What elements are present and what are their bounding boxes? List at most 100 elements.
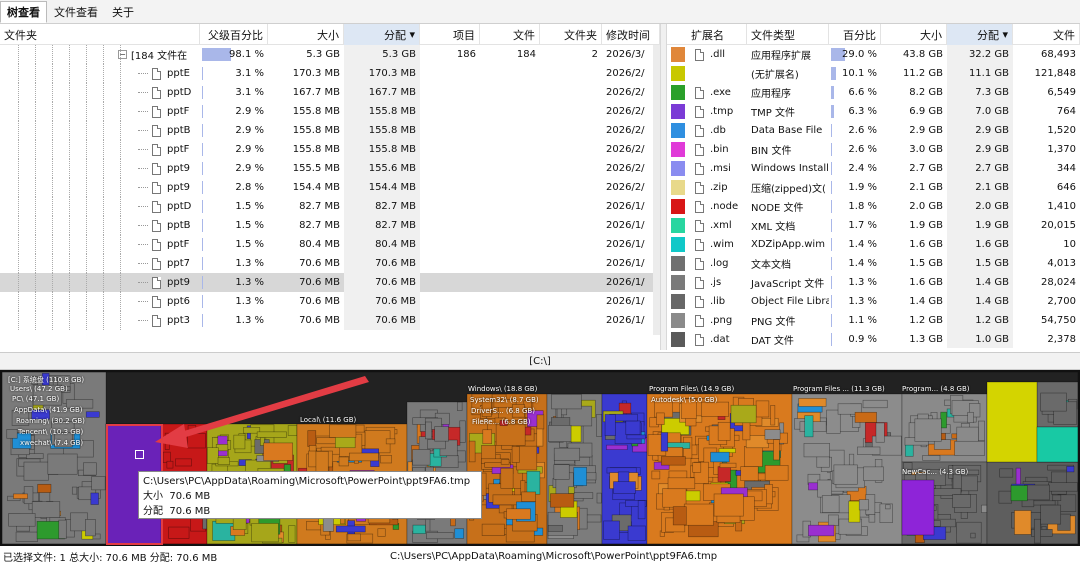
col-file-type[interactable]: 文件类型 [747,24,829,45]
treemap-file-block[interactable] [482,429,493,445]
extension-row[interactable]: .exe 应用程序 6.6 % 8.2 GB 7.3 GB 6,549 [667,83,1080,102]
treemap-file-block[interactable] [863,466,884,482]
treemap-file-block[interactable] [656,412,665,425]
treemap-file-block[interactable] [828,514,839,526]
extension-row[interactable]: (无扩展名) 10.1 % 11.2 GB 11.1 GB 121,848 [667,64,1080,83]
treemap-file-block[interactable] [672,506,687,526]
treemap-file-block[interactable] [500,467,514,489]
treemap-file-block[interactable] [206,447,219,464]
treemap-file-block[interactable] [764,429,781,440]
table-row[interactable]: pptB 2.9 % 155.8 MB 155.8 MB 2026/2/ [0,121,660,140]
treemap-file-block[interactable] [1040,392,1067,412]
treemap-file-block[interactable] [773,439,780,461]
treemap-file-block[interactable] [71,486,78,495]
treemap-file-block[interactable] [606,444,628,450]
treemap-file-block[interactable] [31,501,61,518]
treemap-file-block[interactable] [511,446,520,463]
treemap-file-block[interactable] [459,420,466,443]
treemap-file-block[interactable] [536,414,545,430]
pane-splitter[interactable] [660,24,667,350]
treemap-file-block[interactable] [740,466,759,481]
treemap-file-block[interactable] [385,438,396,445]
col-percent[interactable]: 百分比 [829,24,881,45]
treemap-file-block[interactable] [47,453,78,475]
treemap-file-block[interactable] [744,446,763,467]
treemap-file-block[interactable] [1010,485,1028,502]
extension-row[interactable]: .js JavaScript 文件 1.3 % 1.6 GB 1.4 GB 28,024 [667,273,1080,292]
treemap-file-block[interactable] [626,434,646,440]
treemap-file-block[interactable] [770,405,776,426]
treemap-file-block[interactable] [940,411,947,429]
treemap-file-block[interactable] [425,421,432,440]
col-alloc[interactable]: 分配 ▾ [344,24,420,45]
treemap-file-block[interactable] [550,493,575,508]
treemap-file-block[interactable] [603,520,620,540]
col-modified[interactable]: 修改时间 [602,24,660,45]
treemap-file-block[interactable] [58,519,67,539]
treemap-file-block[interactable] [526,470,541,495]
treemap-file-block[interactable] [803,443,830,458]
treemap-file-block[interactable] [1014,510,1032,535]
treemap-file-block[interactable] [85,411,100,418]
treemap-file-block[interactable] [348,452,379,462]
treemap-file-block[interactable] [835,533,841,540]
treemap-file-block[interactable] [667,477,696,490]
treemap-file-block[interactable] [164,432,170,450]
treemap-file-block[interactable] [23,461,49,481]
treemap-file-block[interactable] [329,424,357,438]
treemap-file-block[interactable] [717,466,731,482]
treemap-file-block[interactable] [596,413,602,437]
treemap-file-block[interactable] [347,533,361,542]
treemap-file-block[interactable] [604,414,616,436]
table-row[interactable]: ppt6 1.3 % 70.6 MB 70.6 MB 2026/1/ [0,292,660,311]
treemap-region[interactable] [986,381,1038,463]
treemap-file-block[interactable] [858,499,869,511]
table-row[interactable]: pptB 1.5 % 82.7 MB 82.7 MB 2026/1/ [0,216,660,235]
treemap-file-block[interactable] [426,532,454,540]
col-folder[interactable]: 文件夹 [0,24,200,45]
treemap-file-block[interactable] [692,462,702,473]
treemap-file-block[interactable] [808,524,835,537]
treemap-file-block[interactable] [168,526,190,539]
treemap-file-block[interactable] [885,504,891,510]
treemap-file-block[interactable] [468,440,476,463]
treemap-file-block[interactable] [85,519,96,537]
extension-row[interactable]: .msi Windows Installe 2.4 % 2.7 GB 2.7 GB 344 [667,159,1080,178]
table-row[interactable]: pptF 1.5 % 80.4 MB 80.4 MB 2026/1/ [0,235,660,254]
table-row[interactable]: − [184 文件在 98.1 % 5.3 GB 5.3 GB 186 184 2 2026/3… [0,45,660,64]
treemap-file-block[interactable] [1033,518,1041,544]
treemap-file-block[interactable] [8,513,36,527]
treemap-file-block[interactable] [967,411,974,423]
treemap-file-block[interactable] [377,528,386,537]
table-row[interactable]: ppt9 2.8 % 154.4 MB 154.4 MB 2026/2/ [0,178,660,197]
treemap-file-block[interactable] [6,429,18,439]
treemap-file-block[interactable] [854,411,877,423]
treemap-file-block[interactable] [547,524,563,532]
treemap-file-block[interactable] [573,492,594,499]
treemap-file-block[interactable] [524,426,532,436]
tab-file-view[interactable]: 文件查看 [47,1,105,23]
treemap-file-block[interactable] [175,458,192,467]
treemap-file-block[interactable] [764,465,789,481]
extension-row[interactable]: .log 文本文档 1.4 % 1.5 GB 1.5 GB 4,013 [667,254,1080,273]
extension-row[interactable]: .node NODE 文件 1.8 % 2.0 GB 2.0 GB 1,410 [667,197,1080,216]
treemap-file-block[interactable] [755,400,770,418]
table-row[interactable]: ppt7 1.3 % 70.6 MB 70.6 MB 2026/1/ [0,254,660,273]
treemap-file-block[interactable] [848,500,861,523]
treemap-file-block[interactable] [481,523,505,536]
treemap-file-block[interactable] [981,504,988,513]
treemap-file-block[interactable] [868,514,876,523]
treemap-file-block[interactable] [719,462,737,468]
treemap-file-block[interactable] [251,523,279,543]
treemap-file-block[interactable] [817,479,832,498]
treemap-file-block[interactable] [548,425,572,443]
treemap-file-block[interactable] [999,468,1014,478]
treemap-file-block[interactable] [1040,504,1062,525]
treemap-file-block[interactable] [187,433,206,449]
extension-row[interactable]: .db Data Base File 2.6 % 2.9 GB 2.9 GB 1,520 [667,121,1080,140]
tab-about[interactable]: 关于 [105,1,141,23]
col-folders[interactable]: 文件夹 [540,24,602,45]
treemap-file-block[interactable] [287,425,298,436]
treemap-file-block[interactable] [521,491,536,502]
treemap-file-block[interactable] [833,464,858,485]
